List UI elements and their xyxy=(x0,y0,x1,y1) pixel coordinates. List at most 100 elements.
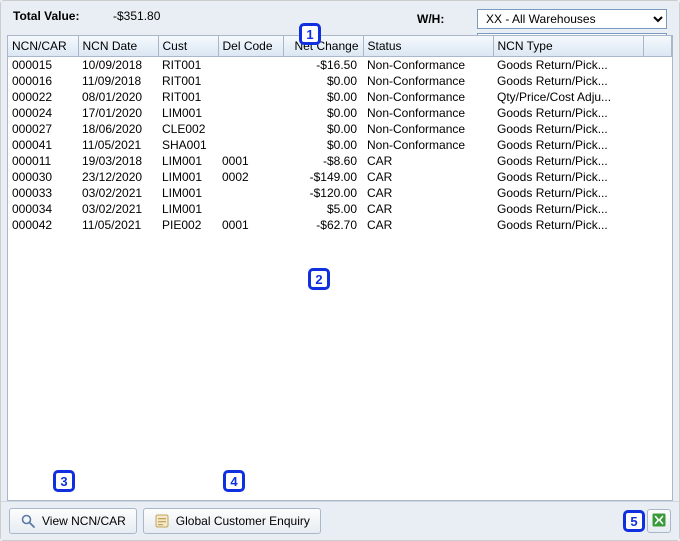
cell-net: -$149.00 xyxy=(283,169,363,185)
cell-del: 0001 xyxy=(218,217,283,233)
cell-status: Non-Conformance xyxy=(363,121,493,137)
cell-pad xyxy=(643,137,672,153)
cell-net: $0.00 xyxy=(283,105,363,121)
cell-ncn: 000027 xyxy=(8,121,78,137)
global-customer-enquiry-button[interactable]: Global Customer Enquiry xyxy=(143,508,321,534)
cell-ncn: 000024 xyxy=(8,105,78,121)
table-row[interactable]: 00003403/02/2021LIM001$5.00CARGoods Retu… xyxy=(8,201,672,217)
table-row[interactable]: 00002208/01/2020RIT001$0.00Non-Conforman… xyxy=(8,89,672,105)
cell-cust: PIE002 xyxy=(158,217,218,233)
cell-net: $0.00 xyxy=(283,89,363,105)
col-header-net[interactable]: Net Change xyxy=(283,36,363,57)
cell-del xyxy=(218,73,283,89)
cell-date: 11/05/2021 xyxy=(78,137,158,153)
table-row[interactable]: 00002718/06/2020CLE002$0.00Non-Conforman… xyxy=(8,121,672,137)
cell-del xyxy=(218,137,283,153)
cell-status: CAR xyxy=(363,217,493,233)
cell-status: CAR xyxy=(363,201,493,217)
table-row[interactable]: 00001611/09/2018RIT001$0.00Non-Conforman… xyxy=(8,73,672,89)
cell-cust: SHA001 xyxy=(158,137,218,153)
cell-status: Non-Conformance xyxy=(363,137,493,153)
cell-type: Goods Return/Pick... xyxy=(493,153,643,169)
cell-status: Non-Conformance xyxy=(363,105,493,121)
cell-pad xyxy=(643,57,672,74)
ncn-grid[interactable]: NCN/CAR NCN Date Cust Del Code Net Chang… xyxy=(8,36,672,233)
cell-del xyxy=(218,185,283,201)
cell-pad xyxy=(643,185,672,201)
cell-net: $0.00 xyxy=(283,73,363,89)
table-row[interactable]: 00004111/05/2021SHA001 $0.00Non-Conforman… xyxy=(8,137,672,153)
magnifier-icon xyxy=(20,513,36,529)
excel-icon xyxy=(651,512,667,531)
cell-cust: LIM001 xyxy=(158,185,218,201)
cell-ncn: 000041 xyxy=(8,137,78,153)
cell-date: 17/01/2020 xyxy=(78,105,158,121)
col-header-date[interactable]: NCN Date xyxy=(78,36,158,57)
cell-type: Goods Return/Pick... xyxy=(493,185,643,201)
cell-net: -$120.00 xyxy=(283,185,363,201)
ncn-grid-container: NCN/CAR NCN Date Cust Del Code Net Chang… xyxy=(7,35,673,501)
grid-empty-area: 2 xyxy=(8,233,672,500)
export-excel-button[interactable] xyxy=(647,509,671,533)
cell-net: $0.00 xyxy=(283,137,363,153)
cell-status: Non-Conformance xyxy=(363,57,493,74)
annotation-2: 2 xyxy=(308,268,330,290)
cell-ncn: 000034 xyxy=(8,201,78,217)
cell-date: 23/12/2020 xyxy=(78,169,158,185)
table-row[interactable]: 00001119/03/2018LIM0010001-$8.60CARGoods… xyxy=(8,153,672,169)
cell-ncn: 000011 xyxy=(8,153,78,169)
cell-ncn: 000033 xyxy=(8,185,78,201)
col-header-del[interactable]: Del Code xyxy=(218,36,283,57)
cell-date: 18/06/2020 xyxy=(78,121,158,137)
cell-pad xyxy=(643,201,672,217)
cell-date: 11/09/2018 xyxy=(78,73,158,89)
grid-header-row[interactable]: NCN/CAR NCN Date Cust Del Code Net Chang… xyxy=(8,36,672,57)
cell-type: Goods Return/Pick... xyxy=(493,57,643,74)
global-customer-enquiry-label: Global Customer Enquiry xyxy=(176,514,310,528)
cell-del: 0001 xyxy=(218,153,283,169)
cell-net: -$62.70 xyxy=(283,217,363,233)
wh-filter-label: W/H: xyxy=(417,12,477,26)
col-header-cust[interactable]: Cust xyxy=(158,36,218,57)
cell-pad xyxy=(643,153,672,169)
table-row[interactable]: 00002417/01/2020LIM001 $0.00Non-Conforman… xyxy=(8,105,672,121)
cell-date: 03/02/2021 xyxy=(78,185,158,201)
cell-net: $5.00 xyxy=(283,201,363,217)
col-header-stat[interactable]: Status xyxy=(363,36,493,57)
view-ncn-car-button[interactable]: View NCN/CAR xyxy=(9,508,137,534)
cell-del: 0002 xyxy=(218,169,283,185)
cell-status: CAR xyxy=(363,169,493,185)
wh-filter-select[interactable]: XX - All Warehouses xyxy=(477,9,667,29)
table-row[interactable]: 00004211/05/2021PIE0020001-$62.70CARGood… xyxy=(8,217,672,233)
col-header-type[interactable]: NCN Type xyxy=(493,36,643,57)
total-value-amount: -$351.80 xyxy=(93,9,193,23)
cell-date: 11/05/2021 xyxy=(78,217,158,233)
cell-status: Non-Conformance xyxy=(363,89,493,105)
footer-toolbar: View NCN/CAR Global Customer Enquiry 5 xyxy=(1,501,679,540)
cell-type: Goods Return/Pick... xyxy=(493,217,643,233)
cell-pad xyxy=(643,89,672,105)
cell-cust: RIT001 xyxy=(158,73,218,89)
total-value-label: Total Value: xyxy=(13,9,93,23)
cell-cust: RIT001 xyxy=(158,89,218,105)
col-header-pad xyxy=(643,36,672,57)
cell-net: -$8.60 xyxy=(283,153,363,169)
cell-cust: CLE002 xyxy=(158,121,218,137)
cell-cust: LIM001 xyxy=(158,105,218,121)
table-row[interactable]: 00003023/12/2020LIM0010002-$149.00CARGoo… xyxy=(8,169,672,185)
cell-cust: RIT001 xyxy=(158,57,218,74)
cell-date: 19/03/2018 xyxy=(78,153,158,169)
cell-cust: LIM001 xyxy=(158,169,218,185)
cell-ncn: 000016 xyxy=(8,73,78,89)
table-row[interactable]: 00003303/02/2021LIM001-$120.00CARGoods R… xyxy=(8,185,672,201)
cell-del xyxy=(218,57,283,74)
cell-ncn: 000030 xyxy=(8,169,78,185)
table-row[interactable]: 00001510/09/2018RIT001-$16.50Non-Conform… xyxy=(8,57,672,74)
cell-cust: LIM001 xyxy=(158,201,218,217)
cell-type: Goods Return/Pick... xyxy=(493,201,643,217)
cell-pad xyxy=(643,169,672,185)
col-header-ncn[interactable]: NCN/CAR xyxy=(8,36,78,57)
cell-type: Qty/Price/Cost Adju... xyxy=(493,89,643,105)
cell-pad xyxy=(643,121,672,137)
cell-ncn: 000022 xyxy=(8,89,78,105)
